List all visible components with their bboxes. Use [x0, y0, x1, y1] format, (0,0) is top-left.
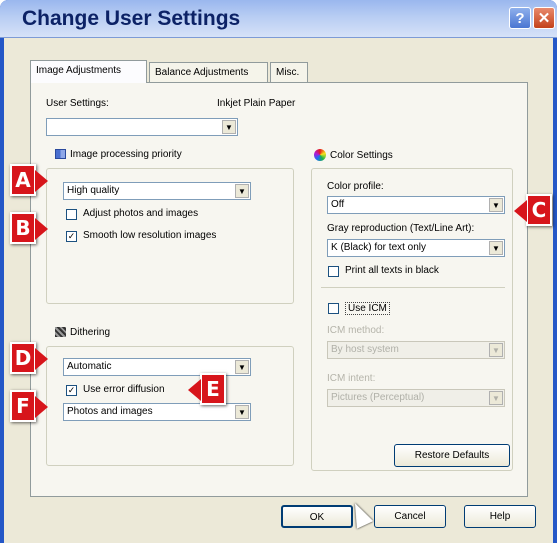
smooth-low-res-label[interactable]: Smooth low resolution images: [83, 230, 216, 241]
diffusion-target-value: Photos and images: [67, 406, 153, 417]
icm-intent-label: ICM intent:: [327, 373, 376, 384]
callout-d-letter: D: [14, 346, 32, 370]
dithering-title: Dithering: [70, 327, 111, 338]
print-black-label[interactable]: Print all texts in black: [345, 265, 439, 276]
image-priority-title: Image processing priority: [70, 149, 182, 160]
color-settings-title: Color Settings: [330, 150, 393, 161]
gray-reproduction-value: K (Black) for text only: [331, 242, 427, 253]
callout-pointer: [35, 348, 48, 370]
use-icm-label[interactable]: Use ICM: [345, 302, 390, 315]
icm-method-value: By host system: [331, 344, 399, 355]
chevron-down-icon[interactable]: ▼: [489, 241, 503, 255]
use-icm-checkbox[interactable]: [328, 303, 339, 314]
adjust-photos-label[interactable]: Adjust photos and images: [83, 208, 198, 219]
icm-intent-value: Pictures (Perceptual): [331, 392, 425, 403]
help-button[interactable]: Help: [464, 505, 536, 528]
tab-balance-adjustments[interactable]: Balance Adjustments: [149, 62, 268, 82]
cancel-button[interactable]: Cancel: [374, 505, 446, 528]
callout-b: B: [10, 212, 48, 244]
error-diffusion-checkbox[interactable]: ✓: [66, 385, 77, 396]
chevron-down-icon[interactable]: ▼: [489, 198, 503, 212]
close-icon[interactable]: ✕: [533, 7, 555, 29]
restore-defaults-button[interactable]: Restore Defaults: [394, 444, 510, 467]
gray-reproduction-select[interactable]: K (Black) for text only ▼: [327, 239, 505, 257]
chevron-down-icon: ▼: [489, 343, 503, 357]
icm-intent-select: Pictures (Perceptual) ▼: [327, 389, 505, 407]
print-black-checkbox[interactable]: [328, 266, 339, 277]
error-diffusion-label[interactable]: Use error diffusion: [83, 384, 165, 395]
callout-a: A: [10, 164, 48, 196]
callout-e-letter: E: [206, 377, 220, 401]
gray-reproduction-label: Gray reproduction (Text/Line Art):: [327, 223, 475, 234]
title-bar[interactable]: Change User Settings ? ✕: [0, 0, 557, 38]
help-icon[interactable]: ?: [509, 7, 531, 29]
callout-e: E: [188, 373, 226, 405]
chevron-down-icon[interactable]: ▼: [222, 120, 236, 134]
chevron-down-icon[interactable]: ▼: [235, 184, 249, 198]
chevron-down-icon: ▼: [489, 391, 503, 405]
paper-type-label: Inkjet Plain Paper: [217, 98, 296, 109]
callout-d: D: [10, 342, 48, 374]
dialog-title: Change User Settings: [22, 7, 241, 30]
callout-c: C: [514, 194, 552, 226]
color-profile-select[interactable]: Off ▼: [327, 196, 505, 214]
color-wheel-icon: [314, 149, 326, 161]
chevron-down-icon[interactable]: ▼: [235, 360, 249, 374]
ok-button[interactable]: OK: [281, 505, 353, 528]
callout-f: F: [10, 390, 48, 422]
callout-pointer: [35, 218, 48, 240]
image-icon: [55, 149, 66, 159]
tab-panel: User Settings: Inkjet Plain Paper ▼ Imag…: [30, 82, 528, 497]
divider: [321, 287, 505, 288]
icm-method-label: ICM method:: [327, 325, 385, 336]
callout-pointer: [188, 379, 201, 401]
dialog-window: Change User Settings ? ✕ Image Adjustmen…: [0, 0, 557, 543]
tab-misc[interactable]: Misc.: [270, 62, 308, 82]
color-profile-label: Color profile:: [327, 181, 384, 192]
icm-method-select: By host system ▼: [327, 341, 505, 359]
callout-pointer: [35, 170, 48, 192]
callout-a-letter: A: [15, 168, 31, 192]
callout-pointer: [514, 200, 527, 222]
user-settings-select[interactable]: ▼: [46, 118, 238, 136]
callout-b-letter: B: [15, 216, 31, 240]
callout-f-letter: F: [16, 394, 30, 418]
callout-c-letter: C: [531, 198, 547, 222]
adjust-photos-checkbox[interactable]: [66, 209, 77, 220]
color-profile-value: Off: [331, 199, 345, 210]
dithering-icon: [55, 327, 66, 337]
chevron-down-icon[interactable]: ▼: [235, 405, 249, 419]
dialog-client: Image Adjustments Balance Adjustments Mi…: [4, 38, 553, 543]
user-settings-label: User Settings:: [46, 98, 109, 109]
tab-image-adjustments[interactable]: Image Adjustments: [30, 60, 147, 83]
callout-pointer: [35, 396, 48, 418]
smooth-low-res-checkbox[interactable]: ✓: [66, 231, 77, 242]
diffusion-target-select[interactable]: Photos and images ▼: [63, 403, 251, 421]
image-priority-select[interactable]: High quality ▼: [63, 182, 251, 200]
dithering-value: Automatic: [67, 361, 112, 372]
image-priority-value: High quality: [67, 185, 120, 196]
